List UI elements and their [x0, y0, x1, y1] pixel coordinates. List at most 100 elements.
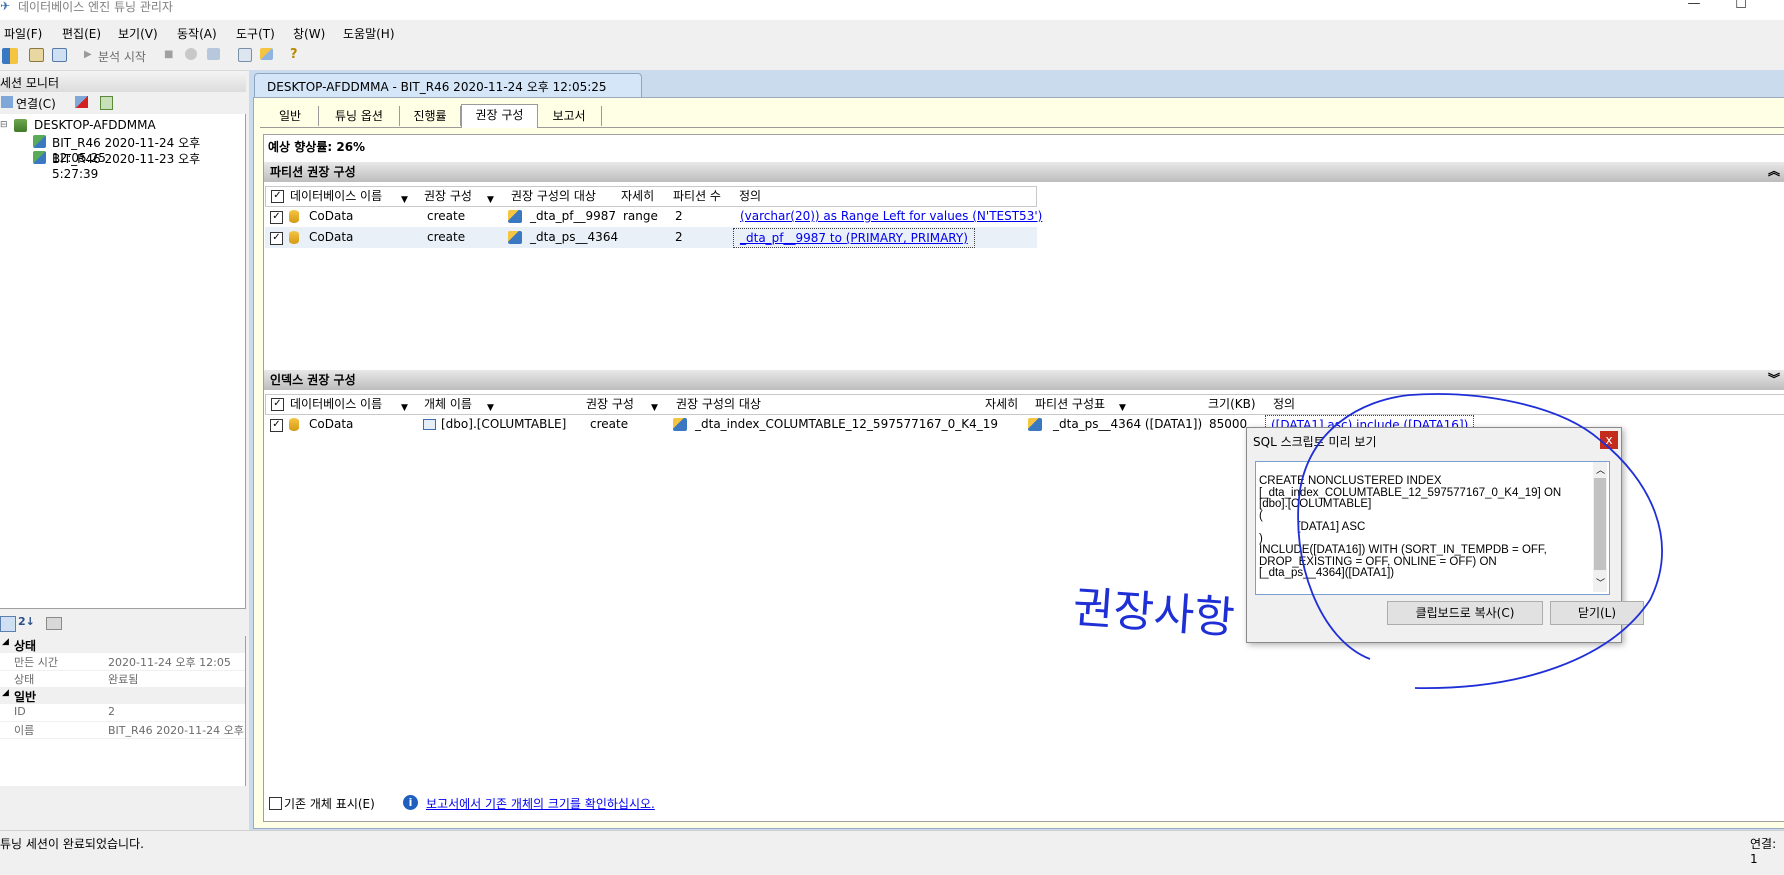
session-monitor-header: 세션 모니터 — [0, 71, 246, 93]
show-existing-checkbox[interactable] — [269, 797, 282, 810]
index-section-header: 인덱스 권장 구성 ︾ — [264, 370, 1784, 390]
table-row[interactable]: ✓ CoData create _dta_ps__4364 2 _dta_pf_… — [265, 227, 1037, 248]
property-status[interactable]: 상태 완료됨 — [0, 670, 245, 688]
status-text: 튜닝 세션이 완료되었습니다. — [0, 837, 144, 851]
menu-help[interactable]: 도움말(H) — [343, 25, 395, 42]
col-details[interactable]: 자세히 — [621, 186, 654, 206]
collapse-chevron-icon[interactable]: ︽ — [1768, 161, 1780, 181]
menu-view[interactable]: 보기(V) — [118, 25, 158, 42]
session-document-tab[interactable]: DESKTOP-AFDDMMA - BIT_R46 2020-11-24 오후 … — [254, 73, 642, 98]
maximize-button[interactable]: ☐ — [1730, 0, 1752, 15]
stop-icon[interactable]: ■ — [164, 49, 173, 60]
options-icon[interactable] — [260, 48, 273, 60]
cell-object: [dbo].[COLUMTABLE] — [441, 417, 567, 431]
session-icon — [33, 151, 46, 164]
refresh-icon[interactable] — [100, 96, 113, 110]
scroll-up-icon[interactable]: ︿ — [1596, 463, 1605, 476]
help-icon[interactable]: ? — [290, 47, 298, 62]
menu-tools[interactable]: 도구(T) — [236, 25, 275, 42]
cancel-icon[interactable] — [185, 48, 197, 60]
tab-tuning-options[interactable]: 튜닝 옵션 — [319, 106, 400, 126]
select-all-checkbox[interactable]: ✓ — [271, 398, 284, 411]
save-recommendations-icon[interactable] — [207, 48, 220, 60]
index-icon — [673, 418, 687, 431]
copy-to-clipboard-button[interactable]: 클립보드로 복사(C) — [1387, 601, 1543, 625]
col-size[interactable]: 크기(KB) — [1208, 394, 1256, 414]
property-created[interactable]: 만든 시간 2020-11-24 오후 12:05 — [0, 653, 245, 671]
properties-toolbar: 2↓ — [0, 612, 246, 636]
alphabetical-icon[interactable]: 2↓ — [18, 615, 35, 628]
definition-link[interactable]: _dta_pf__9987 to (PRIMARY, PRIMARY) — [733, 228, 975, 248]
col-db-name[interactable]: 데이터베이스 이름 — [290, 394, 382, 414]
open-session-icon[interactable] — [29, 48, 44, 62]
partition-scheme-icon — [508, 231, 522, 244]
index-grid-header: ✓ 데이터베이스 이름 ▼ 개체 이름 ▼ 권장 구성 ▼ 권장 구성의 대상 … — [265, 394, 1784, 415]
script-scrollbar[interactable]: ︿ ﹀ — [1593, 462, 1607, 592]
col-definition[interactable]: 정의 — [739, 186, 761, 206]
col-target[interactable]: 권장 구성의 대상 — [676, 394, 761, 414]
partition-scheme-icon — [1028, 418, 1042, 431]
disconnect-icon[interactable] — [75, 96, 88, 108]
connect-icon[interactable] — [1, 96, 13, 108]
select-all-checkbox[interactable]: ✓ — [271, 190, 284, 203]
connect-button[interactable]: 연결(C) — [16, 95, 56, 112]
dialog-close-btn[interactable]: 닫기(L) — [1550, 601, 1644, 625]
definition-link[interactable]: (varchar(20)) as Range Left for values (… — [740, 206, 1042, 226]
tab-reports[interactable]: 보고서 — [537, 106, 602, 126]
tab-recommendations[interactable]: 권장 구성 — [461, 104, 538, 128]
col-target[interactable]: 권장 구성의 대상 — [511, 186, 596, 206]
col-recommendation[interactable]: 권장 구성 — [586, 394, 634, 414]
session-tree: ⊟ DESKTOP-AFDDMMA BIT_R46 2020-11-24 오후 … — [0, 114, 246, 609]
tree-server[interactable]: DESKTOP-AFDDMMA — [34, 118, 156, 132]
title-bar: ✈ 데이터베이스 엔진 튜닝 관리자 — ☐ — [0, 0, 1784, 20]
categorized-icon[interactable] — [0, 616, 16, 632]
session-monitor-title: 세션 모니터 — [0, 76, 60, 90]
script-textbox[interactable]: CREATE NONCLUSTERED INDEX [_dta_index_CO… — [1255, 461, 1610, 595]
play-icon[interactable]: ▶ — [84, 49, 92, 60]
table-row[interactable]: ✓ CoData create _dta_pf__9987 range 2 (v… — [265, 206, 1042, 227]
show-existing-label[interactable]: 기존 개체 표시(E) — [284, 795, 375, 812]
row-checkbox[interactable]: ✓ — [270, 232, 283, 245]
dialog-close-button[interactable]: x — [1600, 431, 1618, 449]
property-pages-icon[interactable] — [46, 617, 62, 630]
toolbar: ▶ 분석 시작 ■ ? — [0, 44, 1784, 71]
col-partition-scheme[interactable]: 파티션 구성표 — [1035, 394, 1105, 414]
property-id[interactable]: ID 2 — [0, 704, 245, 722]
report-icon[interactable] — [238, 48, 252, 62]
menu-bar: 파일(F) 편집(E) 보기(V) 동작(A) 도구(T) 창(W) 도움말(H… — [0, 21, 1784, 43]
col-definition[interactable]: 정의 — [1273, 394, 1295, 414]
script-text: CREATE NONCLUSTERED INDEX [_dta_index_CO… — [1259, 475, 1562, 579]
tree-session-2[interactable]: BIT_R46 2020-11-23 오후 5:27:39 — [52, 150, 245, 181]
estimated-improvement: 예상 향상률: 26% — [268, 140, 366, 154]
tab-progress[interactable]: 진행률 — [400, 106, 461, 126]
cell-db: CoData — [309, 209, 354, 223]
property-name[interactable]: 이름 BIT_R46 2020-11-24 오후 — [0, 721, 245, 739]
start-analysis-button[interactable]: 분석 시작 — [98, 48, 146, 65]
menu-file[interactable]: 파일(F) — [4, 25, 42, 42]
category-general: ◢ 일반 — [0, 687, 245, 704]
info-icon: i — [403, 795, 418, 810]
col-recommendation[interactable]: 권장 구성 — [424, 186, 472, 206]
scroll-thumb[interactable] — [1594, 478, 1606, 570]
new-session-icon[interactable] — [2, 48, 18, 64]
collapse-icon[interactable]: ⊟ — [0, 120, 8, 130]
minimize-button[interactable]: — — [1683, 0, 1705, 14]
collapse-chevron-icon[interactable]: ︾ — [1768, 369, 1780, 389]
menu-window[interactable]: 창(W) — [293, 25, 325, 42]
cell-target: _dta_pf__9987 — [530, 209, 617, 223]
report-link[interactable]: 보고서에서 기존 개체의 크기를 확인하십시오. — [426, 795, 655, 812]
col-object-name[interactable]: 개체 이름 — [424, 394, 472, 414]
scroll-down-icon[interactable]: ﹀ — [1596, 576, 1605, 589]
col-db-name[interactable]: 데이터베이스 이름 — [290, 186, 382, 206]
col-partition-count[interactable]: 파티션 수 — [673, 186, 721, 206]
menu-edit[interactable]: 편집(E) — [62, 25, 101, 42]
cell-rec: create — [427, 209, 466, 223]
filter-icon[interactable] — [52, 48, 67, 62]
menu-action[interactable]: 동작(A) — [177, 25, 217, 42]
tab-general[interactable]: 일반 — [262, 106, 319, 126]
row-checkbox[interactable]: ✓ — [270, 419, 283, 432]
row-checkbox[interactable]: ✓ — [270, 211, 283, 224]
properties-grid: ◢ 상태 만든 시간 2020-11-24 오후 12:05 상태 완료됨 ◢ 일반 I… — [0, 636, 246, 786]
cell-db: CoData — [309, 230, 354, 244]
col-details[interactable]: 자세히 — [985, 394, 1018, 414]
